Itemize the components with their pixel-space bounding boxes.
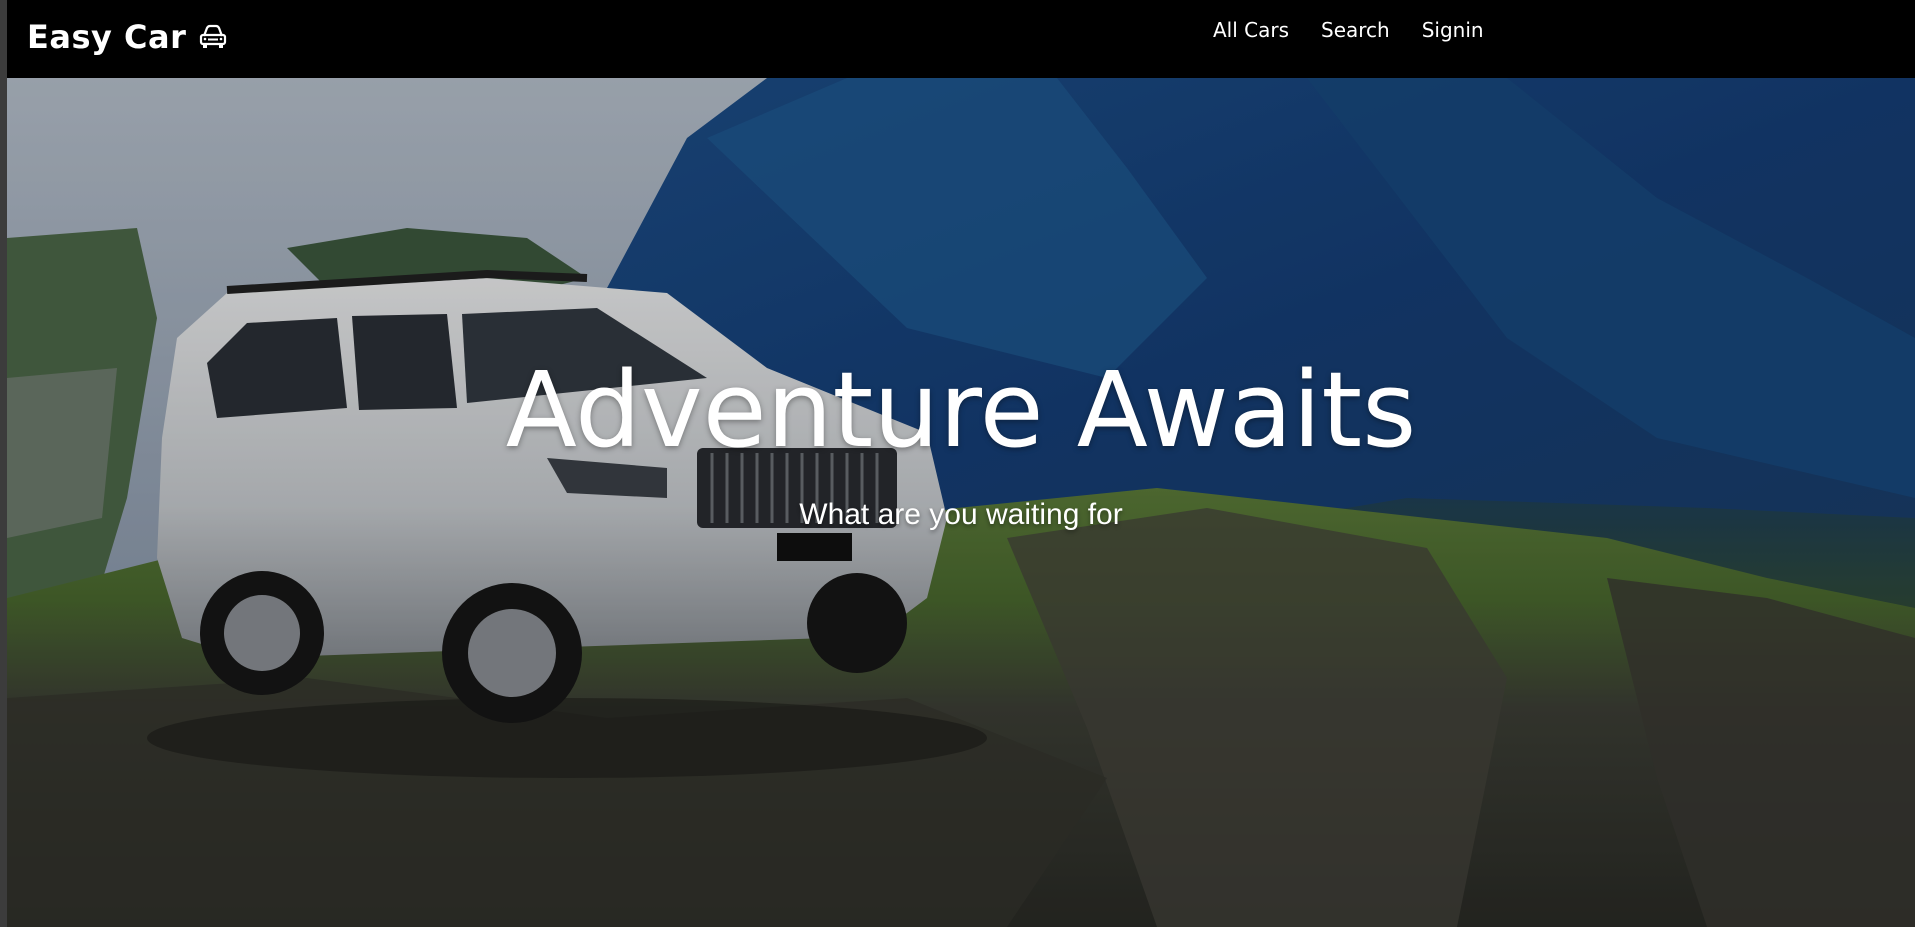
brand-name: Easy Car [27,18,187,56]
brand-link[interactable]: Easy Car [27,18,228,56]
hero-title: Adventure Awaits [505,349,1417,471]
nav-link-search[interactable]: Search [1305,18,1406,42]
page: Easy Car All Cars Search Signin Adventur… [0,0,1915,927]
car-icon [198,23,228,51]
nav-link-signin[interactable]: Signin [1406,18,1500,42]
nav-links: All Cars Search Signin [1197,18,1500,42]
nav-link-all-cars[interactable]: All Cars [1197,18,1305,42]
window-left-edge [0,0,7,927]
top-navbar: Easy Car All Cars Search Signin [7,0,1915,78]
hero-section: Adventure Awaits What are you waiting fo… [7,78,1915,927]
hero-subtitle: What are you waiting for [799,498,1123,531]
